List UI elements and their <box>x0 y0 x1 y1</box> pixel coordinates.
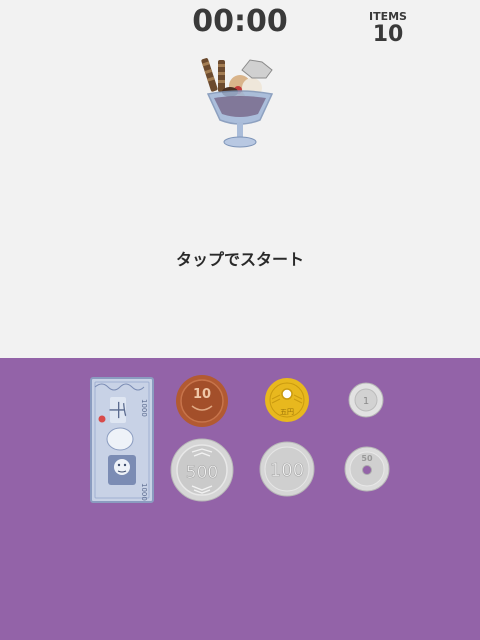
coin-50-label: 50 <box>361 454 373 463</box>
coin-1-label: 1 <box>363 396 369 407</box>
coin-1-icon[interactable]: 1 <box>348 382 384 418</box>
coin-5-icon[interactable]: 五円 <box>264 377 310 423</box>
coin-10-icon[interactable]: 10 <box>175 374 229 428</box>
coin-5-label: 五円 <box>280 408 294 416</box>
timer-display: 00:00 <box>192 4 288 39</box>
items-counter: ITEMS 10 <box>362 10 414 46</box>
bill-denomination-top: 1000 <box>140 399 148 417</box>
items-count: 10 <box>372 22 404 47</box>
bill-kanji: 千 <box>106 401 127 419</box>
tap-to-start-text[interactable]: タップでスタート <box>0 246 480 270</box>
coin-500-icon[interactable]: 500 <box>170 438 234 502</box>
coin-100-label: 100 <box>270 460 304 481</box>
coin-500-label: 500 <box>186 463 218 483</box>
coin-10-label: 10 <box>193 387 211 402</box>
coin-50-icon[interactable]: 50 <box>344 446 390 492</box>
parfait-icon <box>201 58 274 148</box>
money-tray <box>0 358 480 640</box>
bill-denomination-bottom: 1000 <box>140 483 148 501</box>
coin-100-icon[interactable]: 100 <box>259 441 315 497</box>
bill-1000-icon[interactable]: 千 1000 1000 <box>90 377 154 503</box>
